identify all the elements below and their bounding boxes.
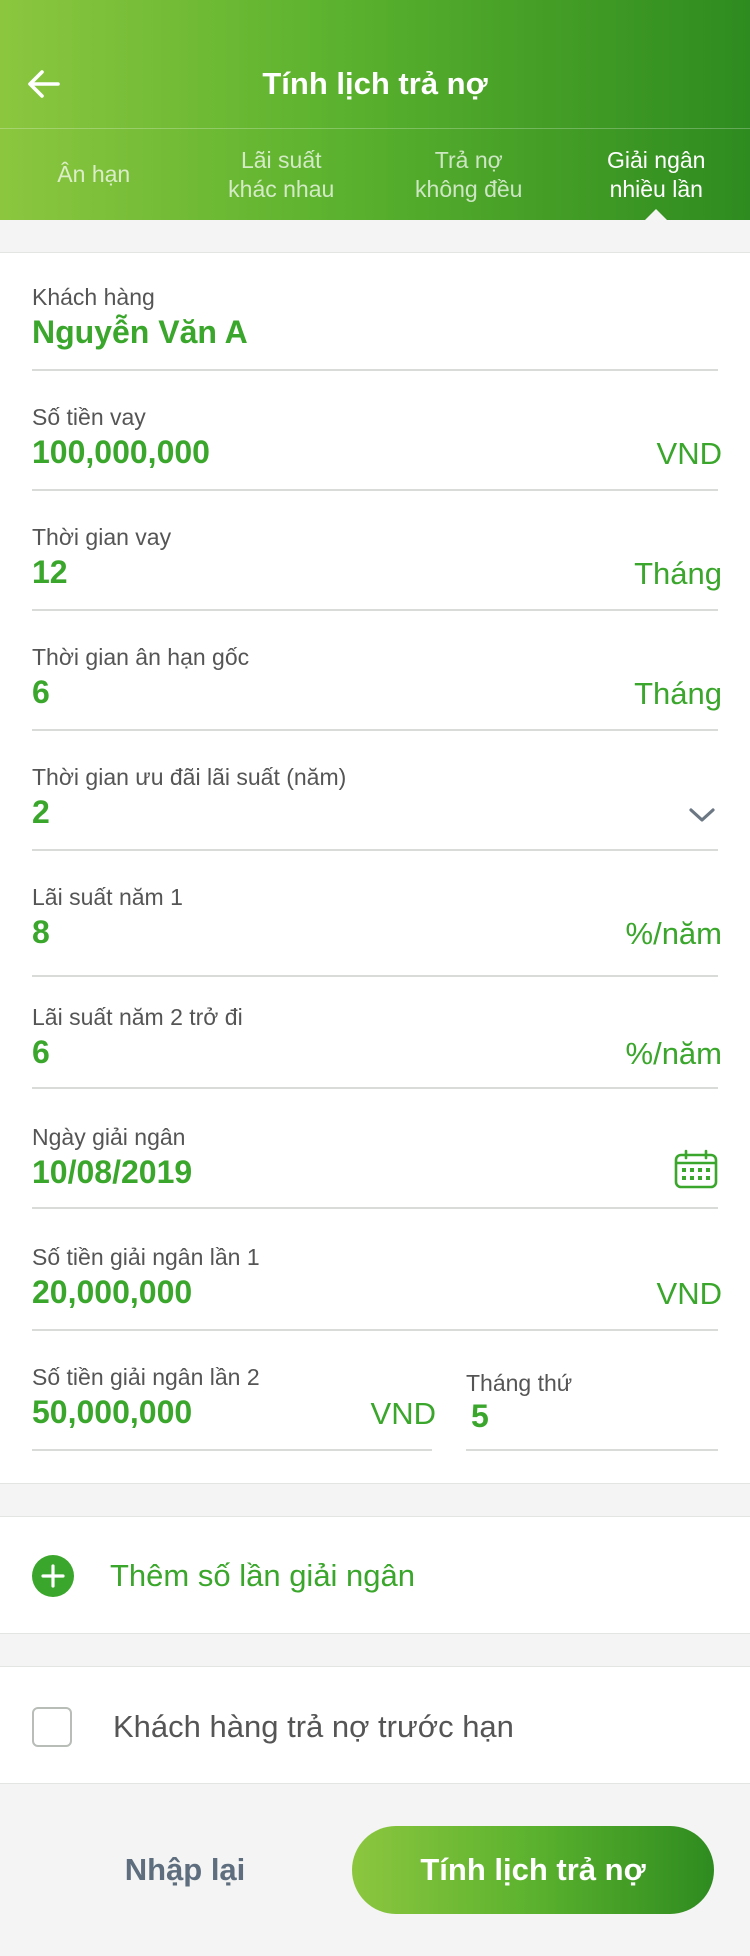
month-index-label: Tháng thứ — [466, 1370, 573, 1396]
disbursement-2-value: 50,000,000 — [32, 1394, 193, 1430]
loan-amount-unit: VND — [656, 436, 722, 471]
rate-year2-field[interactable]: Lãi suất năm 2 trở đi 6 %/năm — [32, 1003, 722, 1089]
disbursement-1-value: 20,000,000 — [32, 1274, 193, 1310]
customer-field[interactable]: Khách hàng Nguyễn Văn A — [32, 283, 718, 371]
rate-year2-value: 6 — [32, 1034, 50, 1070]
disbursement-2-field[interactable]: Số tiền giải ngân lần 2 50,000,000 VND — [32, 1363, 436, 1451]
add-disbursement-label: Thêm số lần giải ngân — [110, 1558, 416, 1593]
rate-year1-value: 8 — [32, 914, 50, 950]
early-repayment-option[interactable]: Khách hàng trả nợ trước hạn — [0, 1666, 750, 1784]
rate-year1-field[interactable]: Lãi suất năm 1 8 %/năm — [32, 883, 722, 977]
loan-amount-field[interactable]: Số tiền vay 100,000,000 VND — [32, 403, 722, 491]
loan-term-label: Thời gian vay — [32, 524, 172, 550]
disbursement-date-field[interactable]: Ngày giải ngân 10/08/2019 — [32, 1123, 718, 1209]
tab-bar: Ân hạn Lãi suất khác nhau Trả nợ không đ… — [0, 129, 750, 220]
rate-year1-unit: %/năm — [625, 916, 722, 951]
tab-multiple-disbursement[interactable]: Giải ngân nhiều lần — [563, 129, 750, 220]
tab-different-rates[interactable]: Lãi suất khác nhau — [188, 129, 376, 220]
disbursement-1-label: Số tiền giải ngân lần 1 — [32, 1244, 260, 1270]
promo-period-select[interactable]: Thời gian ưu đãi lãi suất (năm) 2 — [32, 763, 718, 851]
grace-period-value: 6 — [32, 674, 50, 710]
rate-year2-unit: %/năm — [625, 1036, 722, 1071]
month-index-value: 5 — [471, 1398, 489, 1434]
page-title: Tính lịch trả nợ — [262, 66, 488, 101]
disbursement-2-label: Số tiền giải ngân lần 2 — [32, 1364, 260, 1390]
calendar-icon[interactable] — [674, 1149, 718, 1189]
promo-period-label: Thời gian ưu đãi lãi suất (năm) — [32, 764, 347, 790]
loan-amount-label: Số tiền vay — [32, 404, 146, 430]
loan-form: Khách hàng Nguyễn Văn A Số tiền vay 100,… — [0, 252, 750, 1484]
promo-period-value: 2 — [32, 794, 50, 830]
reset-button[interactable]: Nhập lại — [80, 1826, 290, 1914]
disbursement-date-value: 10/08/2019 — [32, 1154, 193, 1190]
disbursement-2-unit: VND — [370, 1396, 436, 1431]
disbursement-1-field[interactable]: Số tiền giải ngân lần 1 20,000,000 VND — [32, 1243, 722, 1331]
month-index-field[interactable]: Tháng thứ 5 — [466, 1369, 718, 1451]
disbursement-1-unit: VND — [656, 1276, 722, 1311]
loan-term-value: 12 — [32, 554, 68, 590]
customer-value: Nguyễn Văn A — [32, 314, 248, 350]
calculate-button[interactable]: Tính lịch trả nợ — [352, 1826, 714, 1914]
loan-term-unit: Tháng — [634, 556, 722, 591]
grace-period-label: Thời gian ân hạn gốc — [32, 644, 250, 670]
customer-label: Khách hàng — [32, 284, 155, 310]
loan-amount-value: 100,000,000 — [32, 434, 210, 470]
loan-term-field[interactable]: Thời gian vay 12 Tháng — [32, 523, 722, 611]
app-header: Tính lịch trả nợ Ân hạn Lãi suất khác nh… — [0, 0, 750, 220]
grace-period-unit: Tháng — [634, 676, 722, 711]
early-repayment-checkbox[interactable] — [32, 1707, 72, 1747]
plus-circle-icon — [32, 1555, 74, 1597]
tab-grace-period[interactable]: Ân hạn — [0, 129, 188, 220]
add-disbursement-button[interactable]: Thêm số lần giải ngân — [0, 1516, 750, 1634]
rate-year2-label: Lãi suất năm 2 trở đi — [32, 1004, 243, 1030]
chevron-down-icon[interactable] — [686, 799, 718, 831]
early-repayment-label: Khách hàng trả nợ trước hạn — [113, 1709, 514, 1744]
grace-period-field[interactable]: Thời gian ân hạn gốc 6 Tháng — [32, 643, 722, 731]
tab-irregular-payment[interactable]: Trả nợ không đều — [375, 129, 563, 220]
disbursement-date-label: Ngày giải ngân — [32, 1124, 186, 1150]
rate-year1-label: Lãi suất năm 1 — [32, 884, 183, 910]
